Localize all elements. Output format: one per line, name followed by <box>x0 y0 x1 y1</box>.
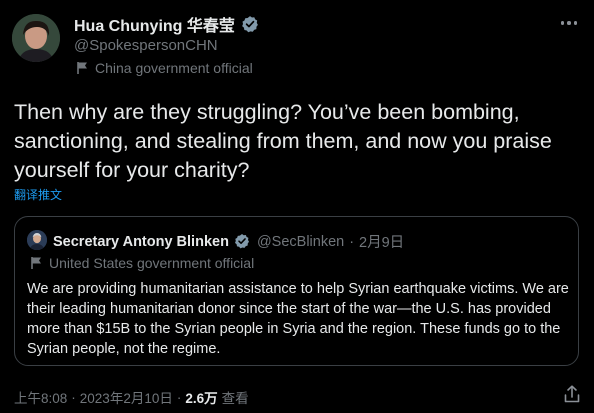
author-name-row: Hua Chunying 华春莹 <box>74 12 259 36</box>
separator-dot: · <box>71 389 76 405</box>
tweet-date[interactable]: 2023年2月10日 <box>80 387 173 407</box>
author-handle[interactable]: @SpokespersonCHN <box>74 37 218 54</box>
quoted-header: Secretary Antony Blinken @SecBlinken · 2… <box>53 231 404 252</box>
views-label: 查看 <box>221 391 249 406</box>
separator-dot: · <box>176 389 182 405</box>
more-horizontal-icon[interactable] <box>558 16 580 30</box>
verified-badge-icon <box>241 15 259 33</box>
translate-tweet-link[interactable]: 翻译推文 <box>14 186 62 203</box>
separator-dot: · <box>349 233 355 250</box>
quoted-display-name[interactable]: Secretary Antony Blinken <box>53 234 229 250</box>
views-count: 2.6万 <box>185 391 218 406</box>
quoted-author-avatar[interactable] <box>27 230 47 250</box>
author-display-name[interactable]: Hua Chunying 华春莹 <box>74 12 235 36</box>
quoted-date[interactable]: 2月9日 <box>359 231 404 252</box>
quoted-handle[interactable]: @SecBlinken <box>257 234 344 250</box>
tweet-text: Then why are they struggling? You’ve bee… <box>14 100 552 182</box>
tweet: Hua Chunying 华春莹 @SpokespersonCHN China … <box>0 0 594 413</box>
flag-icon <box>30 256 43 270</box>
flag-icon <box>76 61 89 75</box>
government-label: China government official <box>76 60 253 76</box>
quoted-government-label: United States government official <box>30 255 254 271</box>
quoted-tweet-text: We are providing humanitarian assistance… <box>27 281 569 357</box>
tweet-time[interactable]: 上午8:08 <box>14 387 67 407</box>
quoted-government-label-text: United States government official <box>49 255 255 271</box>
author-avatar[interactable] <box>12 14 60 62</box>
quoted-tweet[interactable]: Secretary Antony Blinken @SecBlinken · 2… <box>14 216 579 366</box>
tweet-metadata: 上午8:08 · 2023年2月10日 · 2.6万 查看 <box>14 387 249 407</box>
verified-badge-icon <box>234 233 252 251</box>
government-label-text: China government official <box>95 60 253 76</box>
share-icon[interactable] <box>564 385 580 403</box>
